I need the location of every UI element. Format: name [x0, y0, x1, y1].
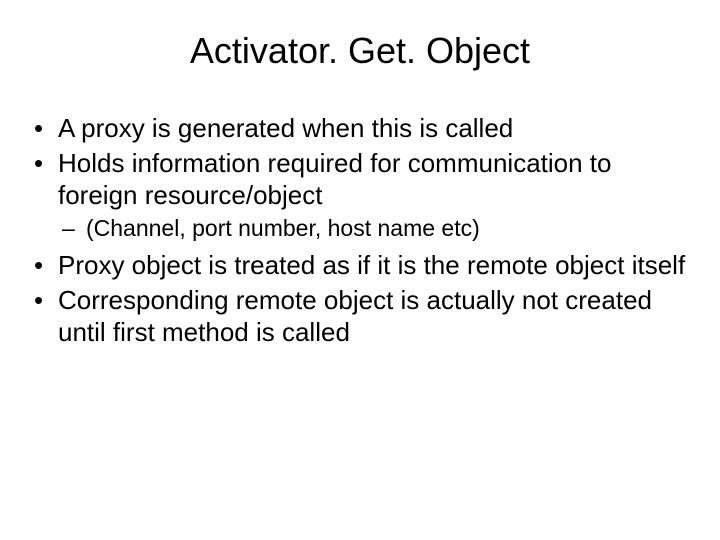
- bullet-text: Proxy object is treated as if it is the …: [58, 250, 685, 280]
- bullet-text: Holds information required for communica…: [58, 148, 611, 211]
- bullet-list: A proxy is generated when this is called…: [30, 112, 690, 349]
- bullet-item: Holds information required for communica…: [30, 147, 690, 244]
- bullet-item: Corresponding remote object is actually …: [30, 284, 690, 349]
- bullet-text: Corresponding remote object is actually …: [58, 285, 652, 348]
- sub-bullet-text: (Channel, port number, host name etc): [86, 215, 480, 241]
- slide-title: Activator. Get. Object: [30, 30, 690, 72]
- bullet-item: A proxy is generated when this is called: [30, 112, 690, 145]
- sub-bullet-item: (Channel, port number, host name etc): [58, 214, 690, 244]
- bullet-text: A proxy is generated when this is called: [58, 113, 513, 143]
- bullet-item: Proxy object is treated as if it is the …: [30, 249, 690, 282]
- sub-bullet-list: (Channel, port number, host name etc): [58, 214, 690, 244]
